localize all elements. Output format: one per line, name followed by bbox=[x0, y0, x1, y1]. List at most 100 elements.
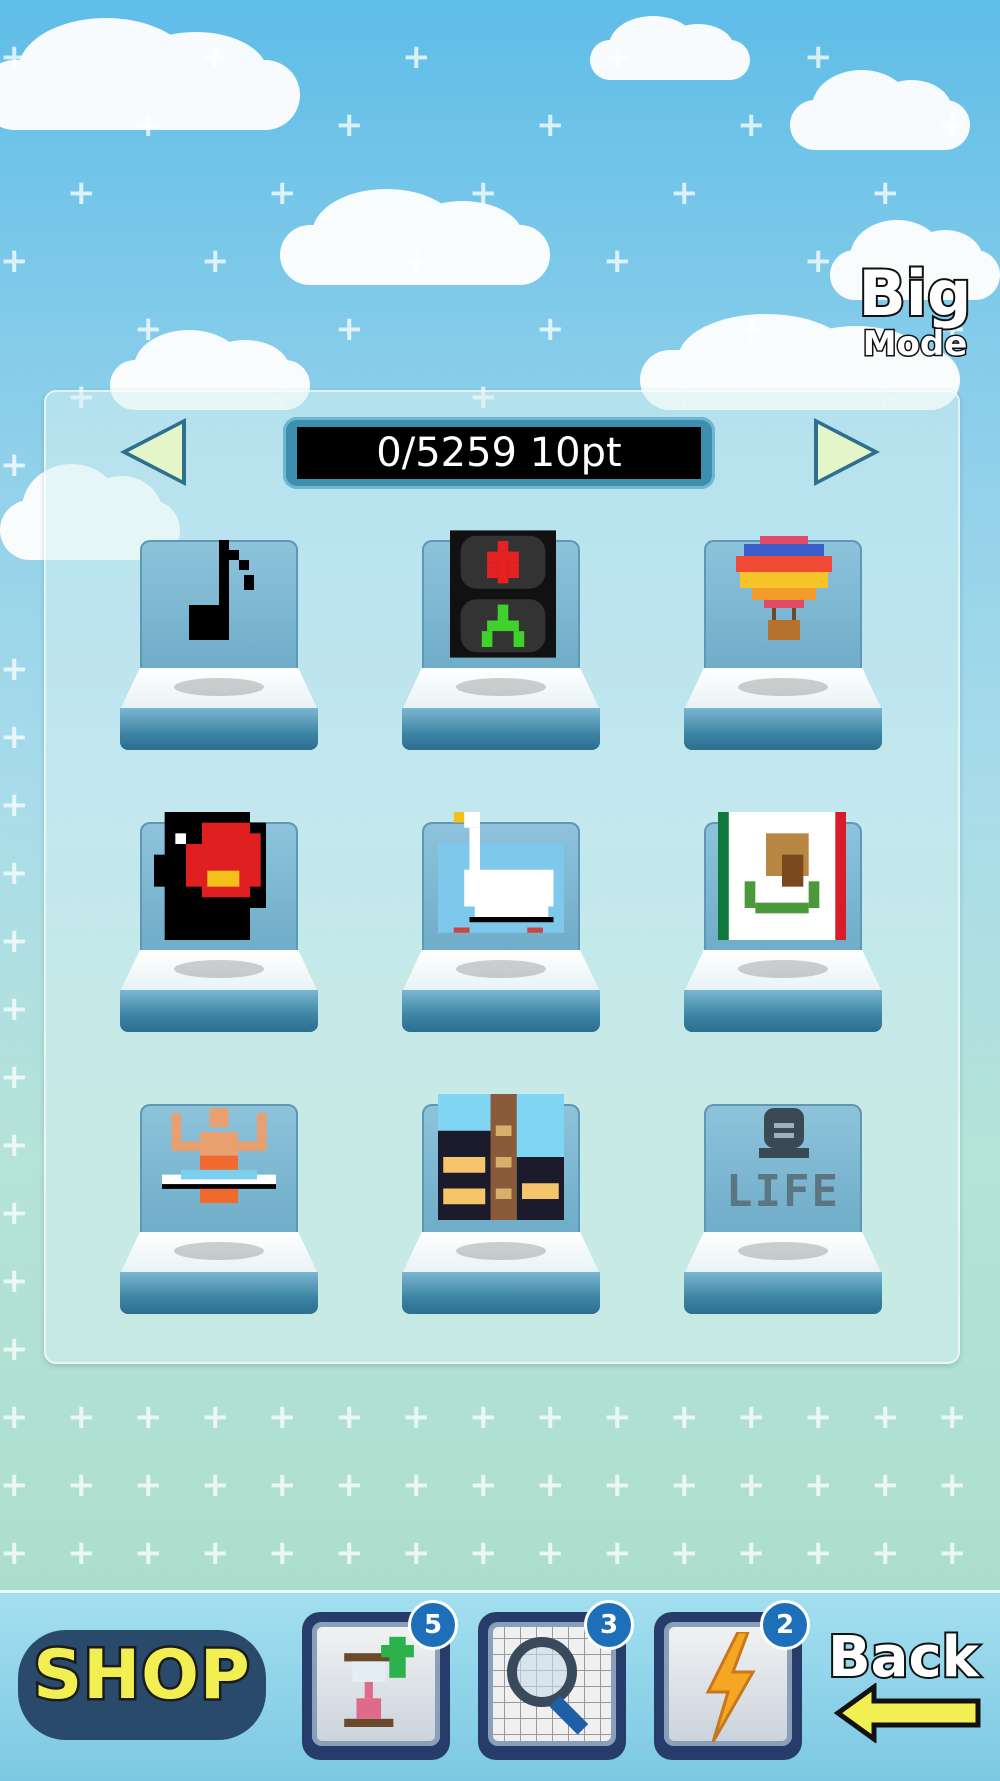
plus-decoration: + bbox=[469, 1397, 498, 1437]
plus-decoration: + bbox=[737, 1533, 766, 1573]
plus-decoration: + bbox=[536, 1465, 565, 1505]
next-page-arrow-icon[interactable] bbox=[814, 418, 880, 486]
plus-decoration: + bbox=[0, 1533, 29, 1573]
plus-decoration: + bbox=[469, 1465, 498, 1505]
shop-label: SHOP bbox=[31, 1634, 253, 1718]
plus-decoration: + bbox=[670, 173, 699, 213]
plus-decoration: + bbox=[67, 173, 96, 213]
plus-decoration: + bbox=[402, 1533, 431, 1573]
hot-air-balloon-icon bbox=[736, 536, 832, 640]
puzzle-slot-music-note[interactable] bbox=[120, 540, 318, 750]
plus-decoration: + bbox=[402, 1465, 431, 1505]
big-mode-subtitle: Mode bbox=[861, 324, 969, 364]
plus-decoration: + bbox=[268, 1397, 297, 1437]
plus-decoration: + bbox=[804, 241, 833, 281]
plus-decoration: + bbox=[871, 173, 900, 213]
plus-decoration: + bbox=[536, 1397, 565, 1437]
progress-text: 0/5259 10pt bbox=[297, 427, 701, 479]
back-label: Back bbox=[826, 1623, 981, 1692]
plus-decoration: + bbox=[201, 1397, 230, 1437]
lightning-count-badge: 2 bbox=[760, 1600, 810, 1650]
plus-decoration: + bbox=[804, 1533, 833, 1573]
plus-decoration: + bbox=[0, 1193, 29, 1233]
traffic-light-icon bbox=[450, 530, 556, 658]
plus-decoration: + bbox=[938, 1397, 967, 1437]
plus-decoration: + bbox=[536, 1533, 565, 1573]
plus-decoration: + bbox=[335, 309, 364, 349]
plus-decoration: + bbox=[469, 1533, 498, 1573]
plus-decoration: + bbox=[938, 1533, 967, 1573]
plus-decoration: + bbox=[201, 241, 230, 281]
plus-decoration: + bbox=[67, 1533, 96, 1573]
plus-decoration: + bbox=[670, 1465, 699, 1505]
plus-decoration: + bbox=[0, 37, 29, 77]
plus-decoration: + bbox=[0, 445, 29, 485]
plus-decoration: + bbox=[0, 1465, 29, 1505]
plus-decoration: + bbox=[335, 1465, 364, 1505]
plus-decoration: + bbox=[871, 1465, 900, 1505]
big-mode-button[interactable]: Big Mode bbox=[850, 257, 980, 364]
plus-decoration: + bbox=[871, 1397, 900, 1437]
mexico-flag-icon bbox=[718, 812, 846, 940]
hourglass-powerup-button[interactable]: 5 bbox=[302, 1600, 458, 1760]
plus-decoration: + bbox=[134, 1397, 163, 1437]
life-label: LIFE bbox=[726, 1166, 840, 1217]
big-mode-title: Big bbox=[857, 257, 974, 330]
plus-decoration: + bbox=[0, 1329, 29, 1369]
plus-decoration: + bbox=[804, 37, 833, 77]
plus-decoration: + bbox=[536, 309, 565, 349]
plus-decoration: + bbox=[603, 241, 632, 281]
magnifier-count-badge: 3 bbox=[584, 1600, 634, 1650]
shop-button[interactable]: SHOP bbox=[18, 1630, 266, 1740]
plus-decoration: + bbox=[804, 1397, 833, 1437]
building-icon bbox=[438, 1094, 564, 1220]
plus-decoration: + bbox=[335, 105, 364, 145]
puzzle-slot-swan[interactable] bbox=[402, 812, 600, 1032]
puzzle-slot-red-bird[interactable] bbox=[120, 812, 318, 1032]
puzzle-slot-traffic-light[interactable] bbox=[402, 530, 600, 750]
plus-decoration: + bbox=[938, 1465, 967, 1505]
back-arrow-icon bbox=[834, 1683, 981, 1743]
plus-decoration: + bbox=[134, 1465, 163, 1505]
plus-decoration: + bbox=[0, 649, 29, 689]
puzzle-slot-life[interactable]: LIFE bbox=[684, 1104, 882, 1314]
puzzle-slot-building[interactable] bbox=[402, 1094, 600, 1314]
plus-decoration: + bbox=[737, 1397, 766, 1437]
plus-decoration: + bbox=[402, 241, 431, 281]
puzzle-slot-gymnast[interactable] bbox=[120, 1104, 318, 1314]
plus-decoration: + bbox=[402, 37, 431, 77]
plus-decoration: + bbox=[268, 1533, 297, 1573]
red-bird-icon bbox=[154, 812, 266, 940]
puzzle-slot-mexico-flag[interactable] bbox=[684, 812, 882, 1032]
hourglass-up-icon bbox=[344, 1636, 414, 1727]
lightning-powerup-button[interactable]: 2 bbox=[654, 1600, 810, 1760]
plus-decoration: + bbox=[335, 1397, 364, 1437]
plus-decoration: + bbox=[469, 173, 498, 213]
plus-decoration: + bbox=[0, 717, 29, 757]
plus-decoration: + bbox=[536, 105, 565, 145]
plus-decoration: + bbox=[201, 37, 230, 77]
magnifier-powerup-button[interactable]: 3 bbox=[478, 1600, 634, 1760]
plus-decoration: + bbox=[603, 1465, 632, 1505]
plus-decoration: + bbox=[0, 241, 29, 281]
plus-decoration: + bbox=[0, 1261, 29, 1301]
plus-decoration: + bbox=[0, 989, 29, 1029]
plus-decoration: + bbox=[134, 105, 163, 145]
plus-decoration: + bbox=[402, 1397, 431, 1437]
plus-decoration: + bbox=[335, 1533, 364, 1573]
plus-decoration: + bbox=[268, 173, 297, 213]
puzzle-slot-hot-air-balloon[interactable] bbox=[684, 536, 882, 750]
plus-decoration: + bbox=[938, 105, 967, 145]
back-button[interactable]: Back bbox=[826, 1623, 992, 1745]
plus-decoration: + bbox=[268, 1465, 297, 1505]
gymnast-icon bbox=[162, 1108, 276, 1204]
plus-decoration: + bbox=[0, 1057, 29, 1097]
plus-decoration: + bbox=[201, 1533, 230, 1573]
plus-decoration: + bbox=[67, 1465, 96, 1505]
prev-page-arrow-icon[interactable] bbox=[120, 418, 186, 486]
plus-decoration: + bbox=[603, 1533, 632, 1573]
plus-decoration: + bbox=[871, 1533, 900, 1573]
plus-decoration: + bbox=[0, 921, 29, 961]
plus-decoration: + bbox=[737, 1465, 766, 1505]
plus-decoration: + bbox=[201, 1465, 230, 1505]
